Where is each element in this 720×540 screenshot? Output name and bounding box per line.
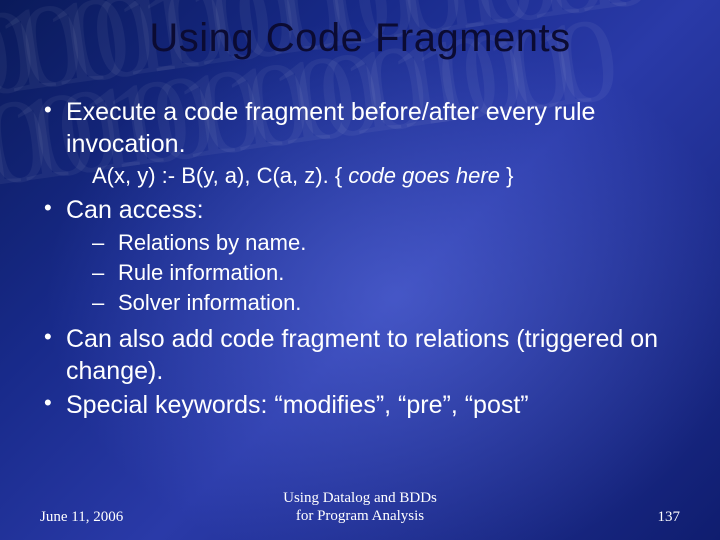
slide: Using Code Fragments Execute a code frag… <box>0 0 720 540</box>
footer-date: June 11, 2006 <box>40 509 190 526</box>
bullet-keywords: Special keywords: “modifies”, “pre”, “po… <box>40 389 690 421</box>
subbullet-solver-info: Solver information. <box>40 288 690 318</box>
code-italic: code goes here <box>348 163 500 188</box>
code-prefix: A(x, y) :- B(y, a), C(a, z). { <box>92 163 348 188</box>
slide-body: Execute a code fragment before/after eve… <box>40 96 690 423</box>
bullet-add-fragment: Can also add code fragment to relations … <box>40 323 690 387</box>
footer: June 11, 2006 Using Datalog and BDDs for… <box>40 489 680 527</box>
footer-center-line1: Using Datalog and BDDs <box>283 490 437 506</box>
footer-center: Using Datalog and BDDs for Program Analy… <box>190 489 530 527</box>
bullet-execute: Execute a code fragment before/after eve… <box>40 96 690 160</box>
subbullet-relations: Relations by name. <box>40 228 690 258</box>
footer-center-line2: for Program Analysis <box>296 508 424 524</box>
subbullet-rule-info: Rule information. <box>40 258 690 288</box>
slide-title: Using Code Fragments <box>0 16 720 61</box>
code-suffix: } <box>500 163 513 188</box>
code-fragment-line: A(x, y) :- B(y, a), C(a, z). { code goes… <box>40 162 690 190</box>
footer-page: 137 <box>530 509 680 526</box>
bullet-can-access: Can access: <box>40 194 690 226</box>
